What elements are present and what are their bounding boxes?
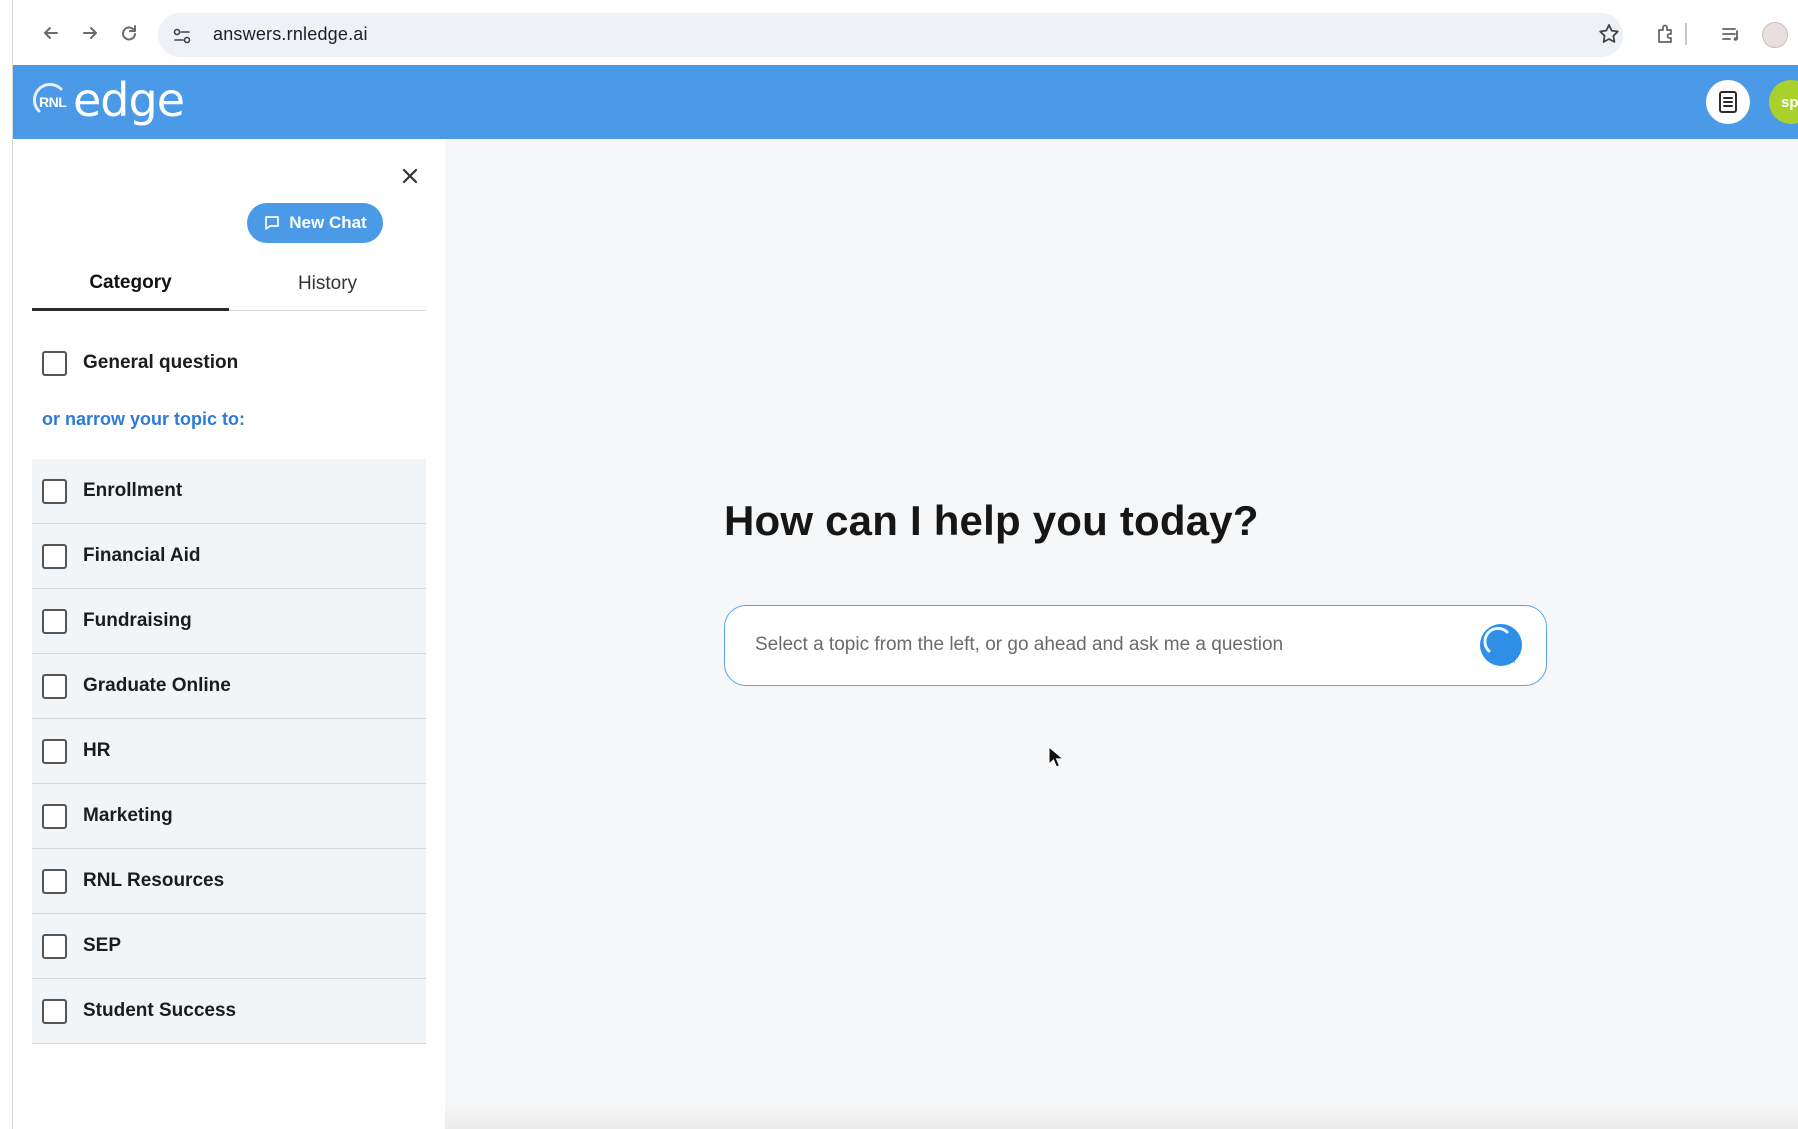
topic-enrollment[interactable]: Enrollment xyxy=(32,459,426,524)
main-content: How can I help you today? xyxy=(445,139,1798,1129)
chat-bubble-icon xyxy=(265,216,280,230)
topic-financial-aid[interactable]: Financial Aid xyxy=(32,524,426,589)
narrow-topic-label: or narrow your topic to: xyxy=(42,409,246,429)
topic-checkbox[interactable] xyxy=(42,543,67,569)
topic-list: Enrollment Financial Aid Fundraising Gra… xyxy=(32,459,426,1044)
url-text[interactable]: answers.rnledge.ai xyxy=(213,24,368,45)
rnl-edge-logo[interactable]: RNL edge xyxy=(31,73,185,127)
topic-marketing[interactable]: Marketing xyxy=(32,784,426,849)
browser-toolbar: answers.rnledge.ai xyxy=(13,0,1798,65)
mouse-cursor-icon xyxy=(1048,745,1065,768)
topic-checkbox[interactable] xyxy=(42,608,67,634)
topic-label: Marketing xyxy=(83,805,173,826)
topic-label: RNL Resources xyxy=(83,870,225,891)
forward-icon[interactable] xyxy=(77,20,103,46)
topic-label: Student Success xyxy=(83,1000,237,1021)
bottom-shadow xyxy=(445,1103,1798,1129)
topic-sep[interactable]: SEP xyxy=(32,914,426,979)
logo-mark-icon: RNL xyxy=(31,81,73,123)
topic-checkbox[interactable] xyxy=(42,998,67,1024)
topic-checkbox[interactable] xyxy=(42,478,67,504)
topic-checkbox[interactable] xyxy=(42,868,67,894)
tab-category[interactable]: Category xyxy=(32,257,229,311)
new-chat-label: New Chat xyxy=(289,213,367,232)
logo-wordmark: edge xyxy=(73,73,185,127)
topic-checkbox[interactable] xyxy=(42,738,67,764)
topic-label: Fundraising xyxy=(83,610,192,631)
general-question-label: General question xyxy=(83,352,239,373)
user-avatar[interactable]: sp xyxy=(1769,80,1798,124)
site-info-icon[interactable] xyxy=(171,25,193,47)
reload-icon[interactable] xyxy=(116,20,142,46)
topic-label: SEP xyxy=(83,935,122,956)
topic-label: Graduate Online xyxy=(83,675,231,696)
tab-history[interactable]: History xyxy=(229,257,426,311)
close-sidebar-icon[interactable] xyxy=(398,164,422,188)
page-title: How can I help you today? xyxy=(724,497,1259,544)
question-input[interactable] xyxy=(755,606,1455,684)
sidebar-tabs: Category History xyxy=(32,257,426,311)
topic-graduate-online[interactable]: Graduate Online xyxy=(32,654,426,719)
topic-hr[interactable]: HR xyxy=(32,719,426,784)
media-controls-icon[interactable] xyxy=(1719,22,1743,46)
topic-checkbox[interactable] xyxy=(42,933,67,959)
extensions-icon[interactable] xyxy=(1654,22,1678,46)
topic-checkbox[interactable] xyxy=(42,673,67,699)
general-question-checkbox[interactable] xyxy=(42,350,67,376)
ask-box[interactable] xyxy=(724,605,1547,686)
browser-profile-icon[interactable] xyxy=(1762,22,1788,48)
new-chat-button[interactable]: New Chat xyxy=(247,203,383,243)
sidebar: New Chat Category History General questi… xyxy=(13,139,445,1129)
app-header: RNL edge sp xyxy=(13,65,1798,139)
logo-mark-text: RNL xyxy=(39,94,67,110)
browser-window: answers.rnledge.ai RNL edge sp New Chat … xyxy=(12,0,1798,1129)
topic-label: HR xyxy=(83,740,111,761)
send-icon[interactable] xyxy=(1477,621,1525,669)
documents-button[interactable] xyxy=(1706,80,1750,124)
address-bar[interactable] xyxy=(158,13,1623,57)
topic-rnl-resources[interactable]: RNL Resources xyxy=(32,849,426,914)
toolbar-separator xyxy=(1685,23,1687,45)
topic-label: Enrollment xyxy=(83,480,183,501)
topic-fundraising[interactable]: Fundraising xyxy=(32,589,426,654)
bookmark-star-icon[interactable] xyxy=(1597,22,1621,46)
topic-student-success[interactable]: Student Success xyxy=(32,979,426,1044)
back-icon[interactable] xyxy=(38,20,64,46)
topic-checkbox[interactable] xyxy=(42,803,67,829)
topic-label: Financial Aid xyxy=(83,545,201,566)
document-icon xyxy=(1719,91,1737,113)
general-question-option[interactable]: General question xyxy=(42,348,238,378)
